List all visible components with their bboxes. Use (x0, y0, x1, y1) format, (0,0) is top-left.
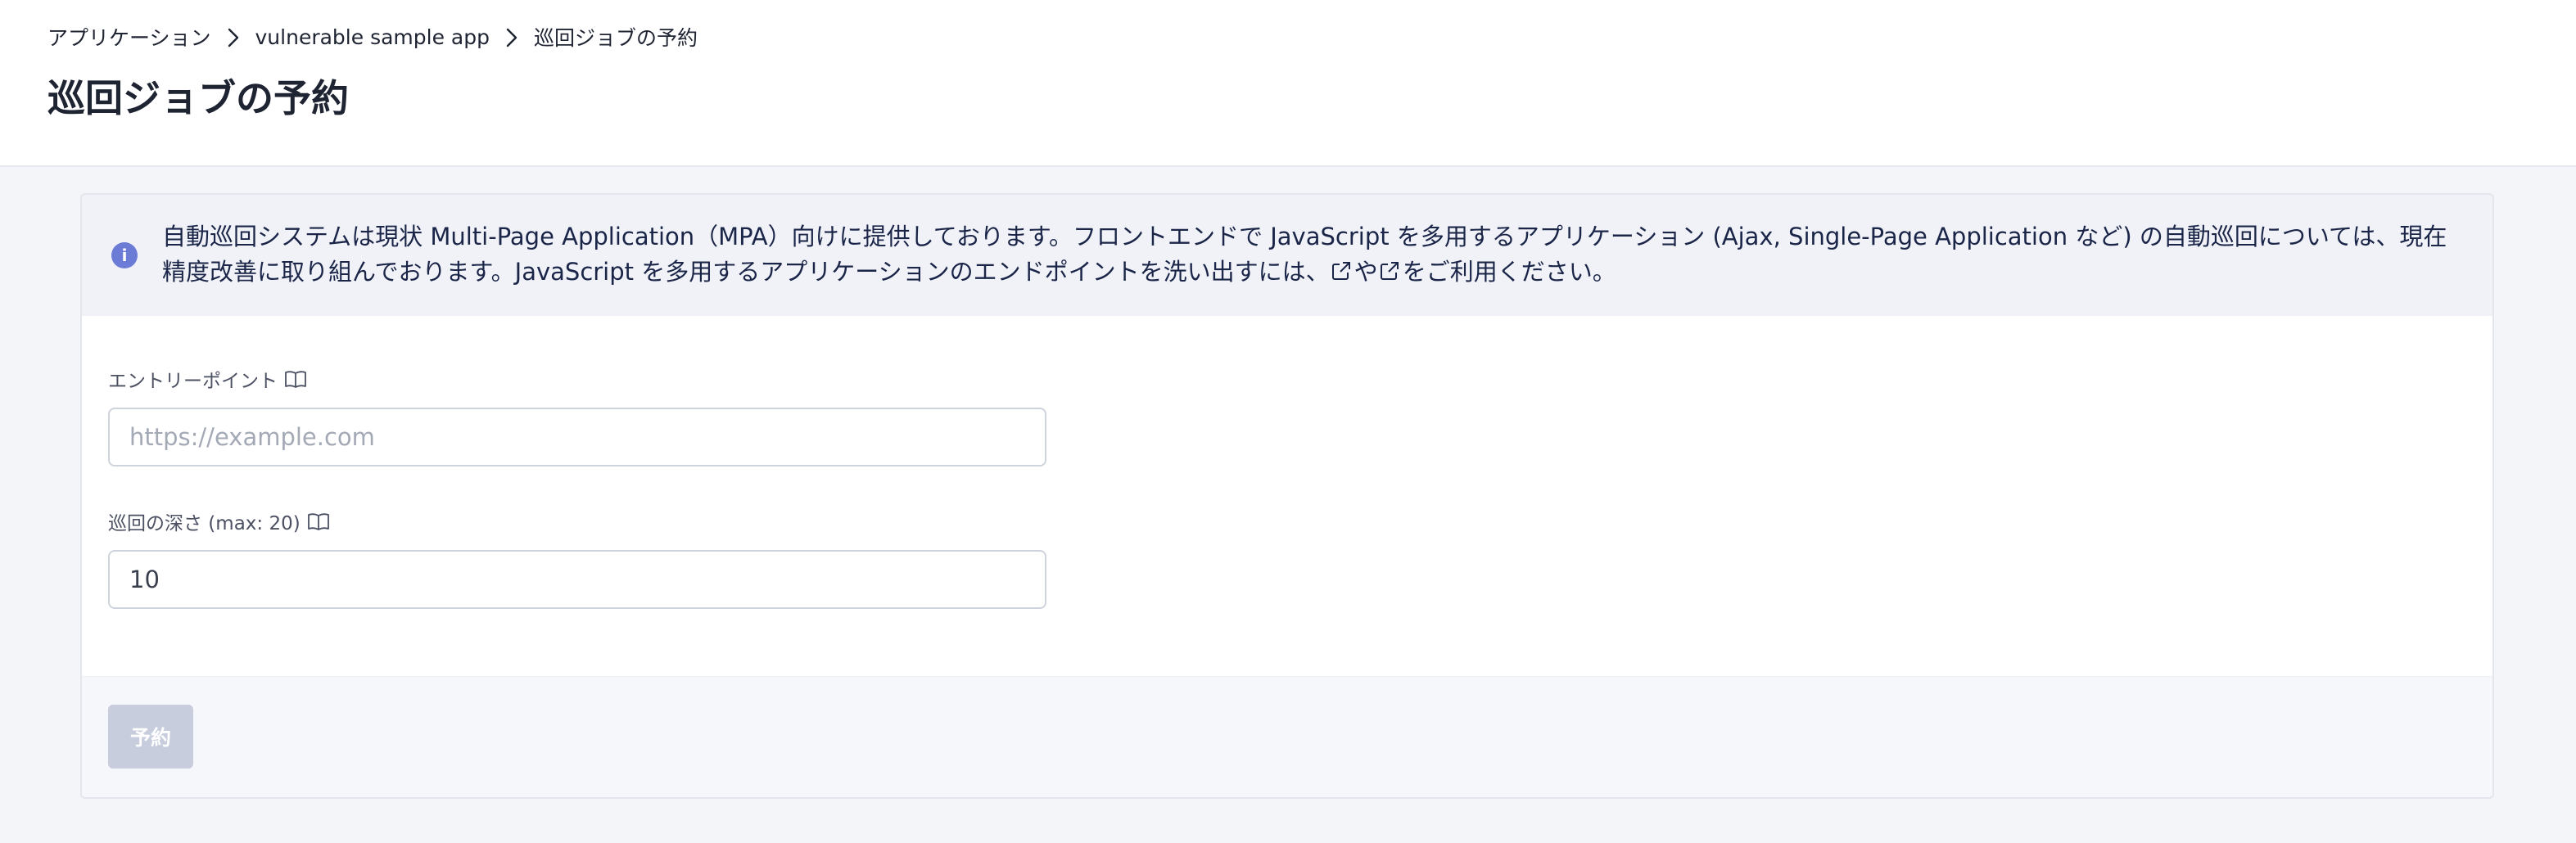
job-form-card: i 自動巡回システムは現状 Multi-Page Application（MPA… (80, 193, 2494, 799)
notice-text-part1: 自動巡回システムは現状 Multi-Page Application（MPA）向… (162, 223, 2447, 286)
depth-input[interactable] (108, 550, 1046, 609)
external-link-icon[interactable] (1330, 257, 1354, 280)
external-link-icon[interactable] (1378, 257, 1403, 280)
book-icon[interactable] (284, 369, 307, 389)
page-header: アプリケーション vulnerable sample app 巡回ジョブの予約 … (0, 0, 2576, 167)
breadcrumb-applications[interactable]: アプリケーション (47, 22, 211, 52)
reserve-button[interactable]: 予約 (108, 705, 193, 769)
info-icon: i (111, 242, 138, 268)
notice-text-part3: をご利用ください。 (1402, 258, 1616, 286)
depth-label: 巡回の深さ (max: 20) (108, 507, 330, 535)
breadcrumb-current: 巡回ジョブの予約 (533, 26, 698, 50)
entry-point-input[interactable] (108, 408, 1046, 467)
chevron-right-icon (490, 25, 534, 49)
breadcrumb: アプリケーション vulnerable sample app 巡回ジョブの予約 (47, 23, 698, 51)
notice-text-part2: や (1354, 258, 1378, 286)
notice-text: 自動巡回システムは現状 Multi-Page Application（MPA）向… (162, 219, 2463, 290)
entry-point-label: エントリーポイント (108, 365, 307, 393)
chevron-right-icon (211, 25, 255, 49)
info-notice: i 自動巡回システムは現状 Multi-Page Application（MPA… (82, 195, 2492, 316)
book-icon[interactable] (307, 512, 330, 531)
entry-point-label-text: エントリーポイント (108, 371, 278, 392)
page-title: 巡回ジョブの予約 (47, 76, 349, 120)
depth-label-text: 巡回の深さ (max: 20) (108, 513, 301, 534)
breadcrumb-app[interactable]: vulnerable sample app (255, 25, 490, 49)
form-footer: 予約 (82, 676, 2492, 797)
